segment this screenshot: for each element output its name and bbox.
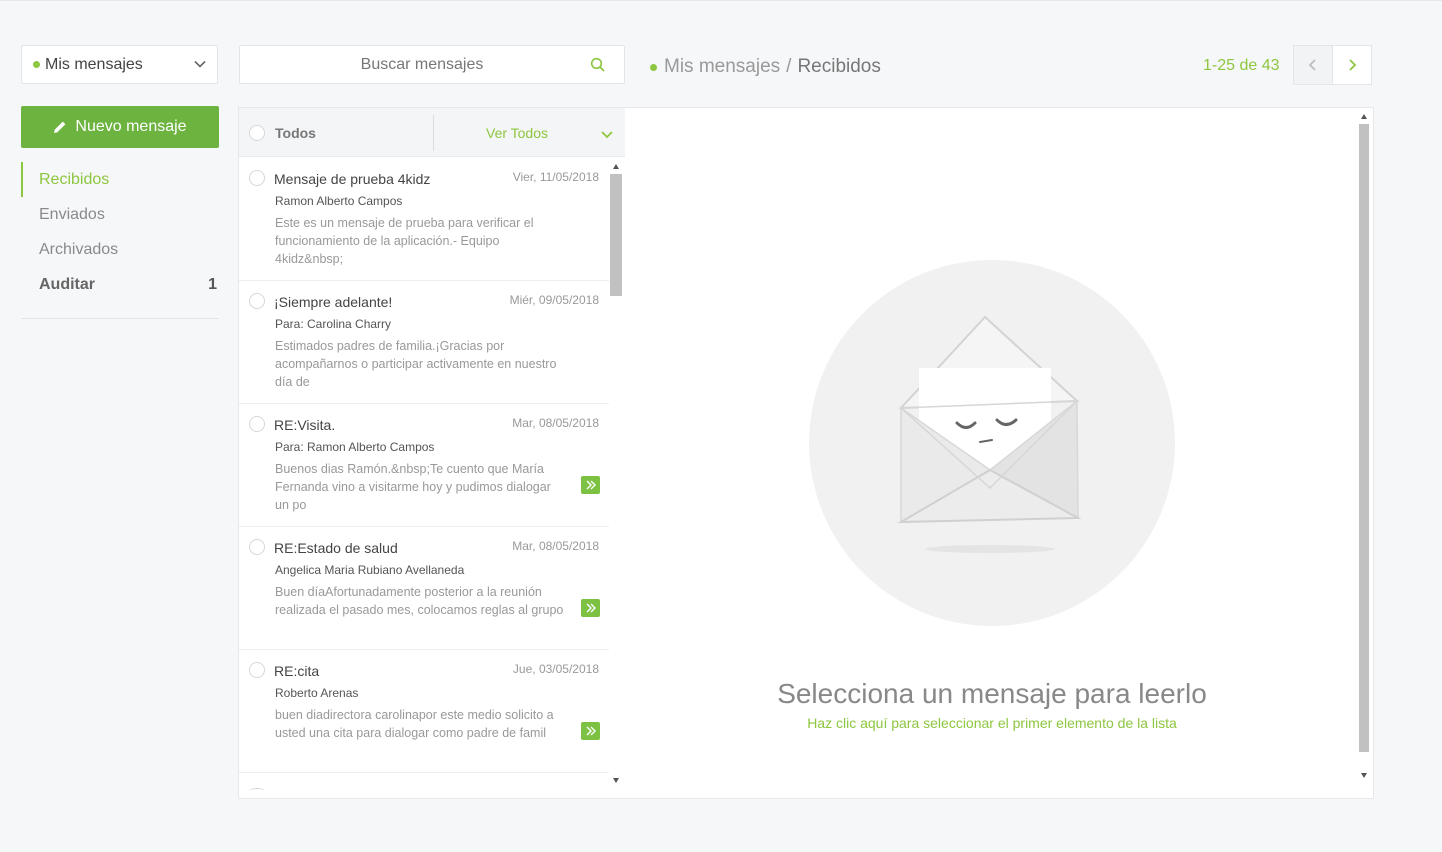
breadcrumb: Mis mensajes / Recibidos <box>650 56 881 78</box>
message-date: Mar, 08/05/2018 <box>512 539 599 553</box>
message-sender: Para: Carolina Charry <box>275 317 392 331</box>
message-sender: Angelica Maria Rubiano Avellaneda <box>275 563 465 577</box>
message-subject: RE:Visita. <box>274 417 336 433</box>
chevron-left-icon <box>1308 59 1316 71</box>
sidebar-item-archivados[interactable]: Archivados <box>21 232 219 267</box>
message-subject: RE:cita <box>274 663 320 679</box>
sidebar-divider <box>21 318 219 319</box>
message-date: Mar, 08/05/2018 <box>512 416 599 430</box>
message-sender: Roberto Arenas <box>275 686 359 700</box>
message-select-radio[interactable] <box>249 539 265 555</box>
next-page-button[interactable] <box>1332 45 1372 85</box>
pencil-icon <box>54 121 66 133</box>
next-item-radio-partial <box>249 788 265 794</box>
folder-label: Enviados <box>39 205 105 223</box>
scroll-up-arrow-icon[interactable] <box>1361 114 1367 119</box>
list-item[interactable]: RE:Estado de salud Mar, 08/05/2018 Angel… <box>239 527 609 650</box>
list-item[interactable]: Mensaje de prueba 4kidz Vier, 11/05/2018… <box>239 158 609 281</box>
select-all-label[interactable]: Todos <box>275 125 316 141</box>
message-preview: buen diadirectora carolinapor este medio… <box>275 708 554 740</box>
forward-icon <box>581 599 600 617</box>
mailbox-select[interactable]: Mis mensajes <box>21 45 218 84</box>
filter-dropdown[interactable]: Ver Todos <box>486 125 548 141</box>
folder-count-badge: 1 <box>208 275 217 293</box>
pagination-range: 1-25 de 43 <box>1203 57 1280 74</box>
message-subject: Mensaje de prueba 4kidz <box>274 171 431 187</box>
message-select-radio[interactable] <box>249 662 265 678</box>
breadcrumb-current: Recibidos <box>797 56 881 77</box>
chevron-down-icon <box>193 57 207 76</box>
message-date: Miér, 09/05/2018 <box>509 293 599 307</box>
forward-icon <box>581 722 600 740</box>
folder-label: Recibidos <box>39 170 110 188</box>
message-preview: Este es un mensaje de prueba para verifi… <box>275 216 534 266</box>
folder-label: Archivados <box>39 240 119 258</box>
search-box <box>239 45 625 84</box>
message-subject: RE:Estado de salud <box>274 540 398 556</box>
message-preview: Buenos dias Ramón.&nbsp;Te cuento que Ma… <box>275 462 551 512</box>
top-divider <box>0 0 1442 1</box>
list-item[interactable]: RE:cita Jue, 03/05/2018 Roberto Arenas b… <box>239 650 609 773</box>
mailbox-select-label: Mis mensajes <box>45 55 143 73</box>
chevron-down-icon[interactable] <box>601 127 613 145</box>
message-panel: Todos Ver Todos Mensaje de prueba 4kidz … <box>238 107 1374 799</box>
status-dot <box>650 63 657 71</box>
status-dot <box>33 61 40 68</box>
message-select-radio[interactable] <box>249 293 265 309</box>
scroll-up-arrow-icon[interactable] <box>613 164 619 169</box>
forward-icon <box>581 476 600 494</box>
message-date: Vier, 11/05/2018 <box>512 170 599 184</box>
reader-scrollbar[interactable] <box>1357 108 1373 778</box>
message-preview: Buen díaAfortunadamente posterior a la r… <box>275 585 564 617</box>
message-select-radio[interactable] <box>249 170 265 186</box>
message-sender: Para: Ramon Alberto Campos <box>275 440 435 454</box>
new-message-label: Nuevo mensaje <box>75 118 187 135</box>
breadcrumb-root[interactable]: Mis mensajes <box>664 56 780 78</box>
select-all-radio[interactable] <box>249 125 265 141</box>
scrollbar-thumb[interactable] <box>610 174 622 296</box>
folder-label: Auditar <box>39 275 95 293</box>
list-header: Todos Ver Todos <box>239 108 625 157</box>
select-first-item-link[interactable]: Haz clic aquí para seleccionar el primer… <box>625 715 1359 731</box>
message-subject: ¡Siempre adelante! <box>274 294 393 310</box>
list-item[interactable]: RE:Visita. Mar, 08/05/2018 Para: Ramon A… <box>239 404 609 527</box>
empty-state-title: Selecciona un mensaje para leerlo <box>777 678 1207 709</box>
scroll-down-arrow-icon[interactable] <box>1361 773 1367 778</box>
new-message-button[interactable]: Nuevo mensaje <box>21 106 219 148</box>
message-select-radio[interactable] <box>249 416 265 432</box>
breadcrumb-separator: / <box>786 56 792 77</box>
search-input[interactable] <box>240 46 624 83</box>
search-icon[interactable] <box>590 57 606 78</box>
list-item[interactable]: ¡Siempre adelante! Miér, 09/05/2018 Para… <box>239 281 609 404</box>
chevron-right-icon <box>1349 59 1357 71</box>
sidebar-item-recibidos[interactable]: Recibidos <box>21 162 219 197</box>
scroll-down-arrow-icon[interactable] <box>613 778 619 783</box>
envelope-illustration <box>809 260 1175 626</box>
message-sender: Ramon Alberto Campos <box>275 194 403 208</box>
scrollbar-thumb[interactable] <box>1359 124 1369 752</box>
folder-list: Recibidos Enviados Archivados Auditar 1 <box>21 162 219 302</box>
message-date: Jue, 03/05/2018 <box>512 662 599 676</box>
header-divider <box>433 115 434 151</box>
previous-page-button[interactable] <box>1293 45 1333 85</box>
sidebar-item-auditar[interactable]: Auditar 1 <box>21 267 219 302</box>
message-list-scrollbar[interactable] <box>609 158 625 788</box>
message-list: Mensaje de prueba 4kidz Vier, 11/05/2018… <box>239 158 609 788</box>
sidebar-item-enviados[interactable]: Enviados <box>21 197 219 232</box>
message-preview: Estimados padres de familia.¡Gracias por… <box>275 339 557 389</box>
